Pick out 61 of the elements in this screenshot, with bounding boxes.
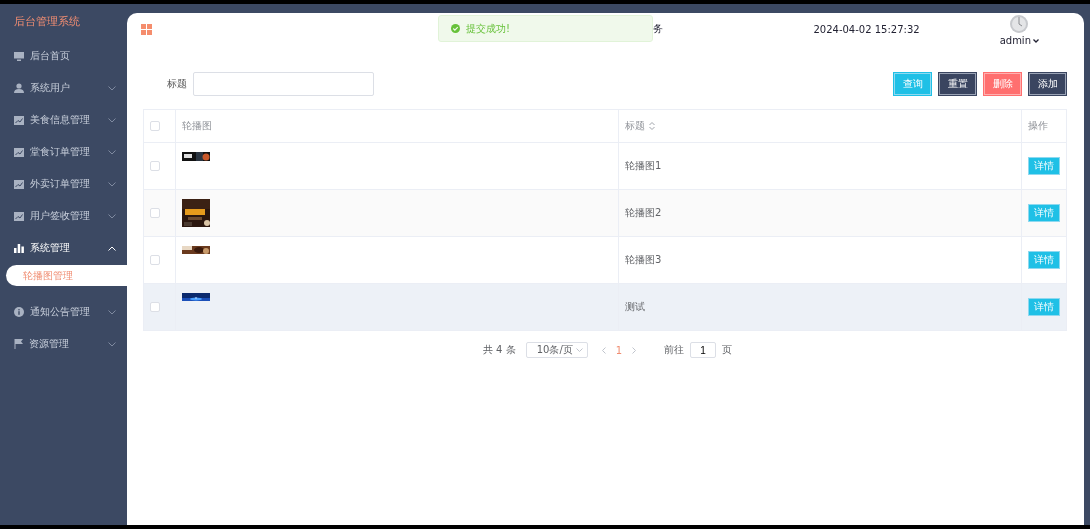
checkbox[interactable] — [150, 208, 160, 218]
chevron-icon — [108, 341, 116, 347]
chevron-icon — [108, 85, 116, 91]
grid-icon[interactable] — [141, 23, 152, 35]
chevron-icon — [575, 348, 583, 352]
sidebar-item[interactable]: 外卖订单管理 — [0, 168, 127, 200]
chevron-icon — [108, 213, 116, 219]
line-chart-icon — [14, 115, 24, 125]
table-cell: 轮播图3 — [625, 253, 662, 267]
table-row[interactable]: 测试 详情 — [144, 284, 1066, 331]
checkbox[interactable] — [150, 302, 160, 312]
line-chart-icon — [14, 147, 24, 157]
search-field[interactable] — [193, 72, 374, 96]
checkbox[interactable] — [150, 121, 160, 131]
page-title: 务 — [653, 22, 664, 36]
table-cell: 轮播图1 — [625, 159, 662, 173]
sidebar-item[interactable]: 资源管理 — [0, 328, 127, 360]
monitor-icon — [14, 51, 24, 61]
checkbox[interactable] — [150, 255, 160, 265]
line-chart-icon — [14, 179, 24, 189]
column-header: 操作 — [1028, 119, 1048, 133]
sidebar-item[interactable]: 系统管理 — [0, 232, 127, 264]
next-page-icon[interactable] — [632, 346, 637, 354]
jump-label: 前往 — [664, 343, 685, 357]
action-button[interactable]: 重置 — [939, 73, 976, 95]
sidebar-item[interactable]: 后台首页 — [0, 40, 127, 72]
line-chart-icon — [14, 211, 24, 221]
info-icon — [14, 307, 24, 317]
chevron-icon — [108, 309, 116, 315]
flag-icon — [14, 339, 23, 349]
table-cell: 轮播图2 — [625, 206, 662, 220]
toast-message: 提交成功! — [466, 21, 510, 36]
search-label: 标题 — [167, 77, 187, 91]
chevron-icon — [108, 181, 116, 187]
previous-page-icon[interactable] — [601, 346, 606, 354]
table-row[interactable]: 轮播图2 详情 — [144, 190, 1066, 237]
checkbox[interactable] — [150, 161, 160, 171]
column-header[interactable]: 标题 — [625, 119, 655, 133]
bar-chart-icon — [14, 243, 24, 253]
caret-icon — [1033, 38, 1039, 43]
sort-icon[interactable] — [649, 122, 655, 130]
sidebar-item[interactable]: 用户签收管理 — [0, 200, 127, 232]
chevron-icon — [108, 149, 116, 155]
app-title: 后台管理系统 — [13, 14, 81, 30]
total-count: 共 4 条 — [482, 343, 516, 357]
check-circle-icon — [451, 24, 460, 33]
sidebar-item[interactable]: 系统用户 — [0, 72, 127, 104]
jump-unit: 页 — [722, 343, 733, 357]
column-header: 轮播图 — [182, 119, 212, 133]
table-cell: 测试 — [625, 300, 645, 314]
sidebar-item[interactable]: 美食信息管理 — [0, 104, 127, 136]
action-button[interactable]: 添加 — [1029, 73, 1066, 95]
page-jump-field[interactable]: 1 — [690, 342, 717, 358]
sidebar-item[interactable]: 通知公告管理 — [0, 296, 127, 328]
user-icon — [14, 83, 24, 93]
datetime: 2024-04-02 15:27:32 — [813, 23, 920, 35]
sidebar-item[interactable]: 堂食订单管理 — [0, 136, 127, 168]
chevron-icon — [108, 245, 116, 251]
page-size-select[interactable]: 10条/页 — [525, 342, 588, 358]
user-menu[interactable]: admin — [999, 35, 1039, 46]
chevron-icon — [108, 117, 116, 123]
